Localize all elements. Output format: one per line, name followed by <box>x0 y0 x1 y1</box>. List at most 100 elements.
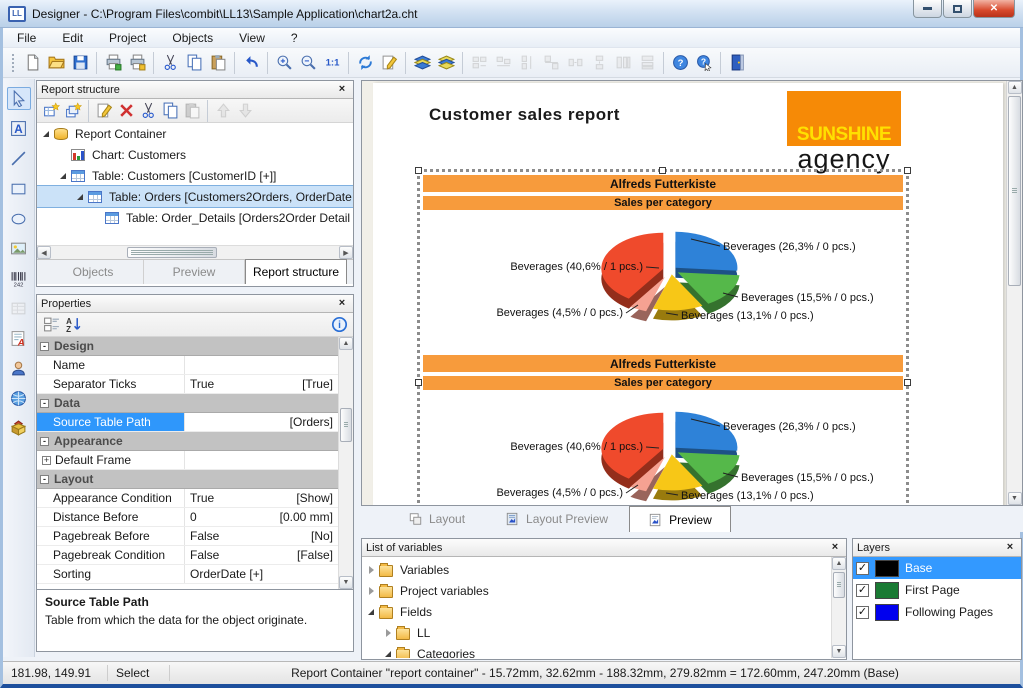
object-properties-button[interactable] <box>377 51 401 75</box>
property-category-layout[interactable]: -Layout <box>37 470 338 489</box>
menu-view[interactable]: View <box>239 31 265 45</box>
append-element-button[interactable] <box>62 100 84 121</box>
tree-item-categories[interactable]: Categories <box>362 643 831 658</box>
layer-checkbox[interactable]: ✓ <box>856 606 869 619</box>
expand-arrow[interactable] <box>366 606 377 617</box>
zoom-in-button[interactable] <box>272 51 296 75</box>
horizontal-scrollbar[interactable]: ◀ ▶ <box>37 245 353 259</box>
scroll-right-button[interactable]: ▶ <box>339 246 353 259</box>
picture-tool[interactable] <box>7 237 31 260</box>
layers-header[interactable]: Layers × <box>853 539 1021 557</box>
bring-to-front-button[interactable] <box>410 51 434 75</box>
ellipse-tool[interactable] <box>7 207 31 230</box>
paste-button[interactable] <box>206 51 230 75</box>
exit-button[interactable] <box>725 51 749 75</box>
property-category-appearance[interactable]: -Appearance <box>37 432 338 451</box>
new-element-button[interactable] <box>40 100 62 121</box>
categorized-view-button[interactable] <box>40 314 62 335</box>
close-panel-button[interactable]: × <box>335 83 349 96</box>
formatted-text-tool[interactable]: A <box>7 327 31 350</box>
scroll-thumb[interactable] <box>340 408 352 442</box>
title-bar[interactable]: LL Designer - C:\Program Files\combit\LL… <box>0 0 1023 28</box>
menu-file[interactable]: File <box>17 31 36 45</box>
print-options-button[interactable] <box>125 51 149 75</box>
scroll-up-button[interactable]: ▲ <box>339 337 353 350</box>
vertical-scrollbar[interactable]: ▲ ▼ <box>831 557 846 658</box>
expand-arrow[interactable] <box>366 564 377 575</box>
preview-vertical-scrollbar[interactable]: ▲ ▼ <box>1006 81 1022 505</box>
property-row-pagebreak-condition[interactable]: Pagebreak ConditionFalse[False] <box>37 546 338 565</box>
save-button[interactable] <box>68 51 92 75</box>
edit-element-button[interactable] <box>93 100 115 121</box>
layer-checkbox[interactable]: ✓ <box>856 562 869 575</box>
minimize-button[interactable] <box>913 0 942 18</box>
tree-item-table-orders-customers2order[interactable]: Table: Orders [Customers2Orders, OrderDa… <box>37 186 353 207</box>
tree-item-chart-customers[interactable]: Chart: Customers <box>37 144 353 165</box>
copy-element-button[interactable] <box>159 100 181 121</box>
tab-preview[interactable]: Preview <box>144 260 245 284</box>
selection-handle[interactable] <box>904 379 911 386</box>
collapse-icon[interactable]: - <box>40 342 49 351</box>
open-button[interactable] <box>44 51 68 75</box>
layer-row-first-page[interactable]: ✓First Page <box>853 579 1021 601</box>
tree-item-ll[interactable]: LL <box>362 622 831 643</box>
property-category-design[interactable]: -Design <box>37 337 338 356</box>
select-tool[interactable] <box>7 87 31 110</box>
property-group-default-frame[interactable]: +Default Frame <box>37 451 338 470</box>
property-row-pagebreak-before[interactable]: Pagebreak BeforeFalse[No] <box>37 527 338 546</box>
ole-object-tool[interactable] <box>7 417 31 440</box>
properties-header[interactable]: Properties × <box>37 295 353 313</box>
collapse-icon[interactable]: - <box>40 399 49 408</box>
property-row-appearance-condition[interactable]: Appearance ConditionTrue[Show] <box>37 489 338 508</box>
expand-arrow[interactable] <box>366 585 377 596</box>
expand-arrow[interactable] <box>383 648 394 658</box>
context-help-button[interactable]: ? <box>692 51 716 75</box>
maximize-button[interactable] <box>943 0 972 18</box>
tab-layout-preview[interactable]: Layout Preview <box>486 506 627 532</box>
tab-layout[interactable]: Layout <box>389 506 484 532</box>
line-tool[interactable] <box>7 147 31 170</box>
send-to-back-button[interactable] <box>434 51 458 75</box>
preview-canvas[interactable]: Customer sales report SUNSHINE agency Al… <box>361 80 1023 506</box>
help-button[interactable]: ? <box>668 51 692 75</box>
undo-button[interactable] <box>239 51 263 75</box>
user-object-tool[interactable] <box>7 357 31 380</box>
scroll-left-button[interactable]: ◀ <box>37 246 51 259</box>
property-row-source-table-path[interactable]: Source Table Path[Orders] <box>37 413 338 432</box>
variables-header[interactable]: List of variables × <box>362 539 846 557</box>
tree-item-project-variables[interactable]: Project variables <box>362 580 831 601</box>
collapse-icon[interactable]: - <box>40 475 49 484</box>
rectangle-tool[interactable] <box>7 177 31 200</box>
selection-handle[interactable] <box>415 379 422 386</box>
selection-handle[interactable] <box>659 167 666 174</box>
tree-item-table-customers-customerid[interactable]: Table: Customers [CustomerID [+]] <box>37 165 353 186</box>
expand-arrow[interactable] <box>383 627 394 638</box>
close-panel-button[interactable]: × <box>828 541 842 554</box>
tree-item-table-order-details-orders2o[interactable]: Table: Order_Details [Orders2Order Detai… <box>37 207 353 228</box>
layer-row-following-pages[interactable]: ✓Following Pages <box>853 601 1021 623</box>
tree-item-fields[interactable]: Fields <box>362 601 831 622</box>
menu-objects[interactable]: Objects <box>172 31 213 45</box>
zoom-out-button[interactable] <box>296 51 320 75</box>
refresh-button[interactable] <box>353 51 377 75</box>
close-panel-button[interactable]: × <box>335 297 349 310</box>
new-button[interactable] <box>20 51 44 75</box>
scroll-thumb[interactable] <box>1008 96 1021 286</box>
scroll-thumb[interactable] <box>833 572 845 598</box>
tab-objects[interactable]: Objects <box>43 260 144 284</box>
sort-az-button[interactable]: AZ <box>62 314 84 335</box>
report-structure-header[interactable]: Report structure × <box>37 81 353 99</box>
scroll-up-button[interactable]: ▲ <box>832 557 846 570</box>
tree-item-variables[interactable]: Variables <box>362 559 831 580</box>
menu-help[interactable]: ? <box>291 31 298 45</box>
cut-button[interactable] <box>158 51 182 75</box>
print-button[interactable] <box>101 51 125 75</box>
html-object-tool[interactable] <box>7 387 31 410</box>
menu-edit[interactable]: Edit <box>62 31 83 45</box>
selection-handle[interactable] <box>904 167 911 174</box>
tab-report-structure[interactable]: Report structure <box>245 259 347 284</box>
scroll-down-button[interactable]: ▼ <box>1008 492 1022 505</box>
toolbar-grip[interactable] <box>11 53 16 73</box>
property-category-data[interactable]: -Data <box>37 394 338 413</box>
delete-element-button[interactable] <box>115 100 137 121</box>
